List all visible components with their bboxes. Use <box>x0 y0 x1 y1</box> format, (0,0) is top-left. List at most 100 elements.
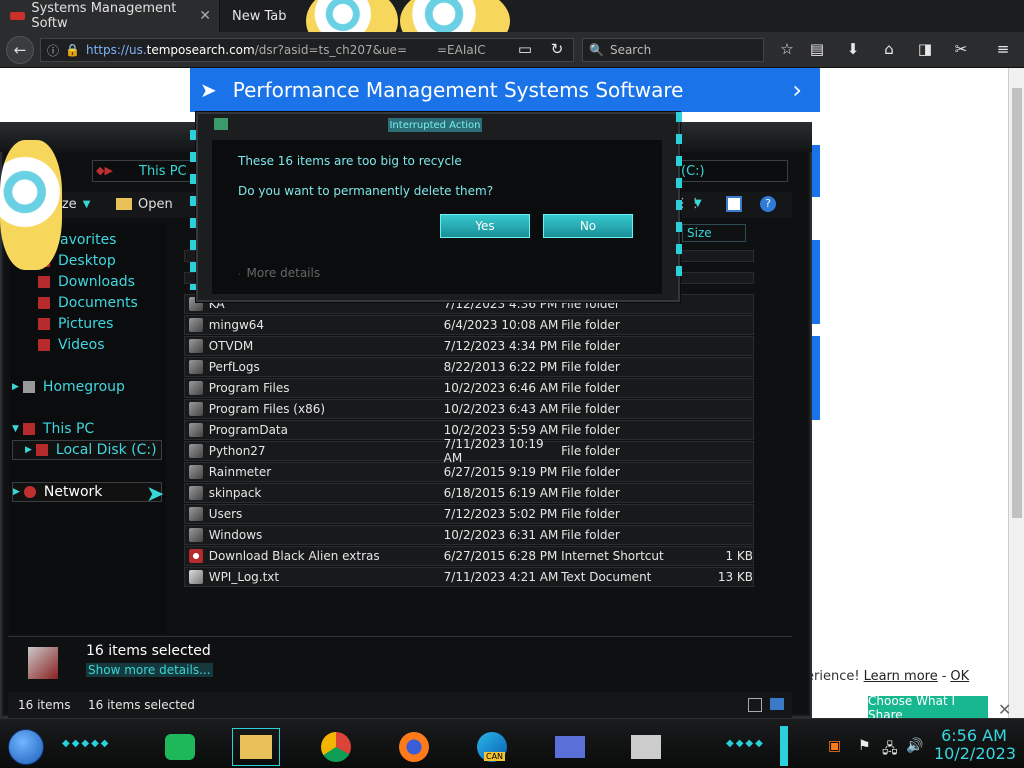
sidebar-item-desktop[interactable]: Desktop <box>38 251 188 271</box>
sidebar-item-homegroup[interactable]: ▶ Homegroup <box>12 377 162 397</box>
taskbar-firefox[interactable] <box>390 728 438 766</box>
table-row[interactable]: Program Files 10/2/2023 6:46 AM File folde… <box>184 378 754 398</box>
table-row[interactable]: WPI_Log.txt 7/11/2023 4:21 AM Text Documen… <box>184 567 754 587</box>
preview-pane-icon[interactable] <box>726 196 742 212</box>
details-view-icon[interactable] <box>748 698 762 712</box>
file-date: 6/4/2023 10:08 AM <box>443 318 559 332</box>
volume-icon[interactable]: 🔊 <box>906 738 923 754</box>
taskbar-chrome[interactable] <box>312 728 360 766</box>
window-app-icon <box>555 736 585 758</box>
details-pane: 16 items selected Show more details... <box>8 636 792 688</box>
sidebar-label: Homegroup <box>42 379 125 395</box>
scrollbar-thumb[interactable] <box>1012 88 1022 518</box>
yes-button[interactable]: Yes <box>440 214 530 238</box>
tab-label: Systems Management Softw <box>31 1 177 31</box>
size-column-header[interactable]: Size <box>682 224 746 242</box>
reload-icon[interactable]: ↻ <box>546 40 568 60</box>
reader-view-icon[interactable]: ▭ <box>514 40 536 60</box>
search-box[interactable]: 🔍 Search <box>582 38 764 62</box>
sidebar-item-this-pc[interactable]: ▼ This PC <box>12 419 162 439</box>
show-more-details-link[interactable]: Show more details... <box>86 663 213 677</box>
banner-title: Performance Management Systems Software <box>232 78 684 102</box>
file-date: 7/11/2023 4:21 AM <box>443 570 559 584</box>
dialog-message-line1: These 16 items are too big to recycle <box>238 154 462 168</box>
download-icon[interactable]: ⬇ <box>842 40 864 60</box>
chevron-right-icon: › <box>792 76 802 104</box>
table-row[interactable]: Python27 7/11/2023 10:19 AM File folder <box>184 437 754 465</box>
close-icon[interactable]: ✕ <box>998 700 1014 719</box>
canary-badge: CAN <box>484 752 506 761</box>
table-row[interactable]: Users 7/12/2023 5:02 PM File folder <box>184 504 754 524</box>
folder-icon <box>189 486 203 500</box>
taskbar-edge-canary[interactable]: CAN <box>468 728 516 766</box>
info-icon[interactable]: ⓘ <box>47 42 59 59</box>
table-row[interactable]: skinpack 6/18/2015 6:19 AM File folder <box>184 483 754 503</box>
taskbar-clock[interactable]: 6:56 AM 10/2/2023 <box>934 727 1016 763</box>
expand-arrow-icon[interactable]: ▶ <box>25 445 32 455</box>
file-type: File folder <box>561 507 620 521</box>
folder-icon <box>189 339 203 353</box>
sidebar-label: avorites <box>60 232 117 248</box>
extension-icon[interactable]: ✂ <box>950 40 972 60</box>
taskbar-file-explorer[interactable] <box>232 728 280 766</box>
sidebar-item-network[interactable]: ▶ Network <box>12 482 162 502</box>
expand-arrow-icon[interactable]: ▶ <box>13 487 20 497</box>
sidebar-item-local-disk[interactable]: ▶ Local Disk (C:) <box>12 440 162 460</box>
this-pc-icon: ◆▶ <box>96 164 113 177</box>
file-type: File folder <box>561 381 620 395</box>
sidebar-item-videos[interactable]: Videos <box>38 335 188 355</box>
file-type: File folder <box>561 423 620 437</box>
folder-icon <box>189 381 203 395</box>
sidebar-item-pictures[interactable]: Pictures <box>38 314 188 334</box>
table-row[interactable]: PerfLogs 8/22/2013 6:22 PM File folder <box>184 357 754 377</box>
file-name: Program Files <box>208 381 290 395</box>
table-row[interactable]: OTVDM 7/12/2023 4:34 PM File folder <box>184 336 754 356</box>
tab-systems-management[interactable]: Systems Management Softw ✕ <box>0 0 220 32</box>
tiles-view-icon[interactable] <box>770 698 784 710</box>
file-type: Text Document <box>561 570 652 584</box>
pocket-icon[interactable]: ◨ <box>914 40 936 60</box>
folder-icon <box>189 465 203 479</box>
table-row[interactable]: mingw64 6/4/2023 10:08 AM File folder <box>184 315 754 335</box>
more-details-toggle[interactable]: · More details <box>238 266 320 280</box>
file-name: ProgramData <box>208 423 288 437</box>
file-type: Internet Shortcut <box>561 549 664 563</box>
site-favicon-icon <box>10 12 26 20</box>
reading-list-icon[interactable]: ▤ <box>806 40 828 60</box>
file-type: File folder <box>561 444 620 458</box>
open-button[interactable]: Open <box>116 192 173 216</box>
videos-icon <box>38 339 50 351</box>
tray-app-icon[interactable]: ▣ <box>828 738 841 754</box>
flag-icon[interactable]: ⚑ <box>858 738 871 754</box>
network-status-icon[interactable]: 🖧 <box>882 738 898 762</box>
expand-arrow-icon[interactable]: ▶ <box>12 382 19 392</box>
file-name: Windows <box>208 528 263 542</box>
home-icon[interactable]: ⌂ <box>878 40 900 60</box>
table-row[interactable]: Download Black Alien extras 6/27/2015 6:2… <box>184 546 754 566</box>
taskbar-messaging-app[interactable] <box>156 728 204 766</box>
table-row[interactable]: Program Files (x86) 10/2/2023 6:43 AM File… <box>184 399 754 419</box>
file-name: Rainmeter <box>208 465 272 479</box>
address-bar[interactable]: ⓘ 🔒 https://us. temposearch.com/dsr?asid=… <box>40 38 574 62</box>
help-icon[interactable]: ? <box>760 196 776 212</box>
table-row[interactable]: Rainmeter 6/27/2015 9:19 PM File folder <box>184 462 754 482</box>
taskbar-app-window[interactable] <box>546 728 594 766</box>
no-button[interactable]: No <box>543 214 633 238</box>
taskbar-monitor-app[interactable] <box>622 728 670 766</box>
sidebar-item-documents[interactable]: Documents <box>38 293 188 313</box>
sidebar-item-downloads[interactable]: Downloads <box>38 272 188 292</box>
table-row[interactable]: Windows 10/2/2023 6:31 AM File folder <box>184 525 754 545</box>
page-scrollbar[interactable] <box>1008 68 1024 758</box>
menu-icon[interactable]: ≡ <box>992 40 1014 60</box>
choose-what-i-share-button[interactable]: Choose What I Share <box>868 694 988 722</box>
page-banner[interactable]: ➤ Performance Management Systems Softwar… <box>190 68 820 112</box>
back-button[interactable]: ← <box>6 36 34 64</box>
close-tab-icon[interactable]: ✕ <box>199 8 211 24</box>
chevron-down-icon[interactable]: ▼ <box>694 198 702 209</box>
bookmark-star-icon[interactable]: ☆ <box>776 40 798 60</box>
learn-more-link[interactable]: Learn more <box>864 669 938 684</box>
start-button[interactable] <box>8 729 44 765</box>
chevron-down-icon: · <box>238 270 241 279</box>
expand-arrow-icon[interactable]: ▼ <box>12 424 19 434</box>
ok-link[interactable]: OK <box>950 669 969 684</box>
